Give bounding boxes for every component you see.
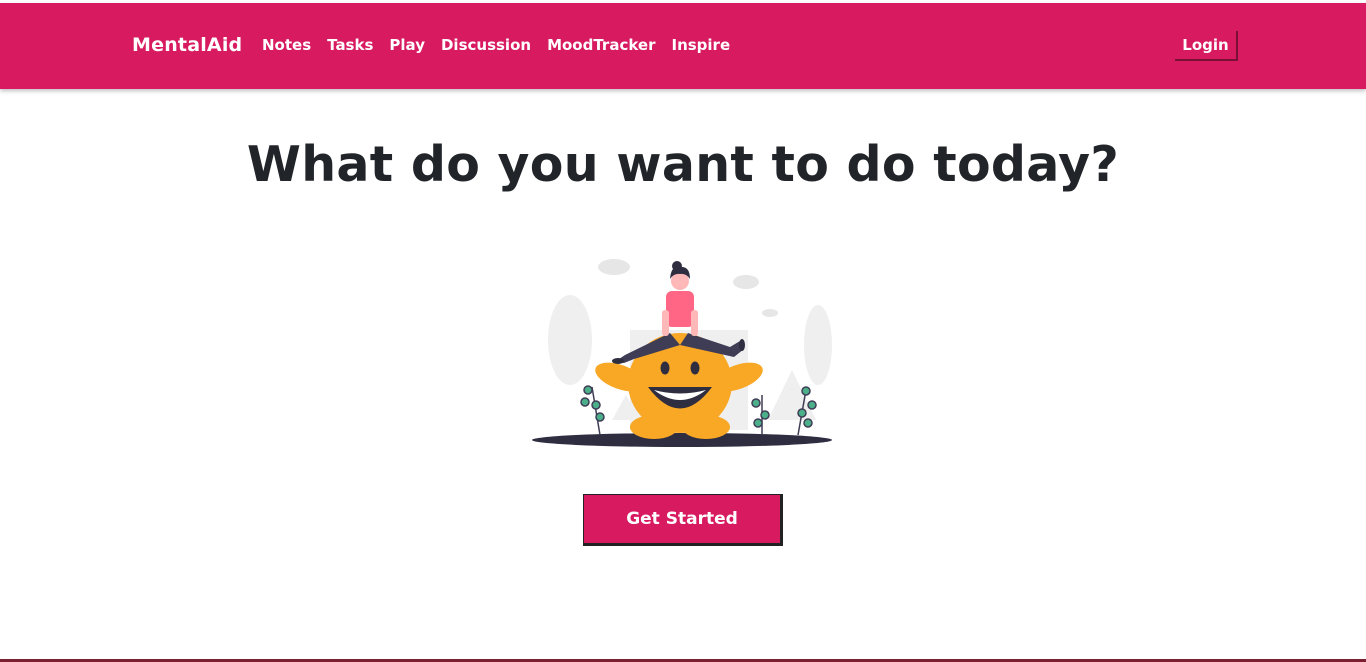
login-button[interactable]: Login	[1175, 31, 1238, 61]
person-shirt	[666, 291, 694, 327]
nav-link-discussion[interactable]: Discussion	[441, 36, 531, 54]
get-started-button[interactable]: Get Started	[583, 494, 783, 546]
nav-link-notes[interactable]: Notes	[262, 36, 311, 54]
brand-logo[interactable]: MentalAid	[132, 34, 242, 56]
nav-links: Notes Tasks Play Discussion MoodTracker …	[262, 36, 746, 54]
navbar: MentalAid Notes Tasks Play Discussion Mo…	[0, 3, 1366, 89]
nav-link-play[interactable]: Play	[389, 36, 425, 54]
nav-link-tasks[interactable]: Tasks	[327, 36, 373, 54]
nav-link-moodtracker[interactable]: MoodTracker	[547, 36, 655, 54]
ground-shadow	[532, 433, 832, 447]
page-title: What do you want to do today?	[246, 136, 1120, 193]
person-on-smiling-monster-illustration	[532, 259, 832, 447]
nav-link-inspire[interactable]: Inspire	[671, 36, 730, 54]
